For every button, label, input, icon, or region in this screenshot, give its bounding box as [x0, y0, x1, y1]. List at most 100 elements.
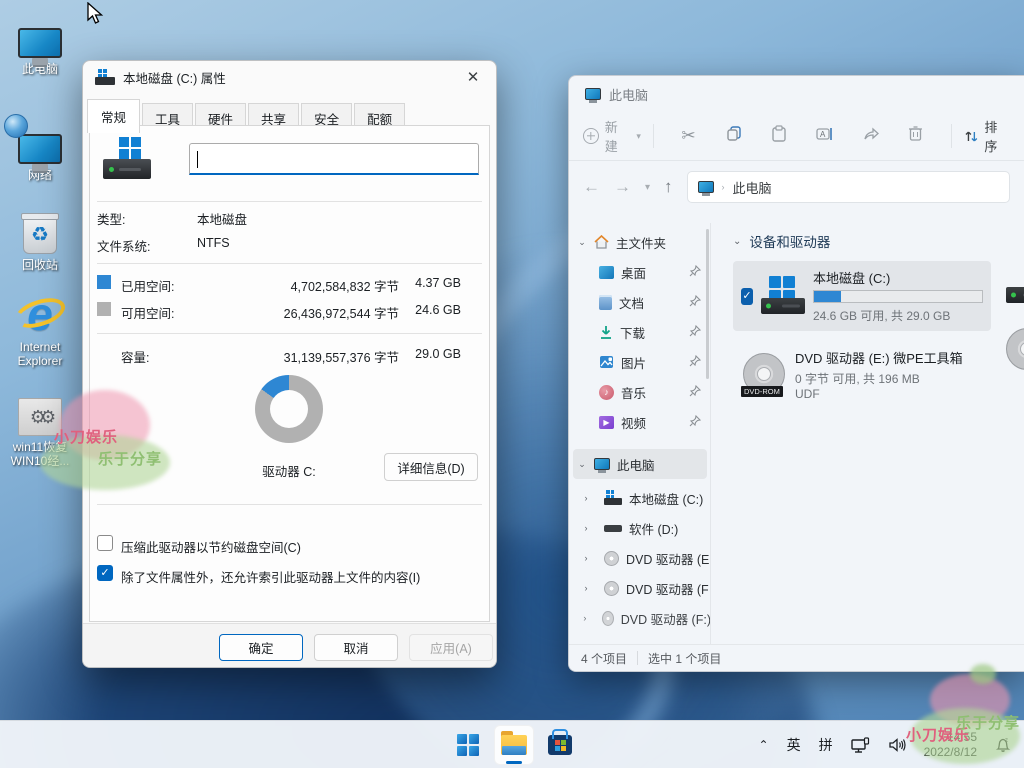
network-tray-button[interactable] — [842, 721, 879, 768]
cancel-button[interactable]: 取消 — [314, 634, 398, 661]
capacity-gb: 29.0 GB — [399, 347, 461, 361]
explorer-toolbar: 新建 ▾ ✂ A 排序 — [569, 112, 1024, 161]
delete-button[interactable] — [893, 125, 938, 147]
drive-usage-bar-fill — [814, 291, 841, 302]
start-button[interactable] — [448, 725, 488, 765]
dialog-title-bar[interactable]: 本地磁盘 (C:) 属性 — [83, 61, 496, 93]
speaker-icon — [888, 737, 907, 753]
usage-donut-chart — [255, 375, 323, 443]
new-button[interactable]: 新建 ▾ — [583, 117, 641, 155]
sidebar-item-pictures[interactable]: 图片 — [569, 347, 711, 377]
sidebar-item-home[interactable]: ⌄ 主文件夹 — [569, 227, 711, 257]
sidebar-item-local-disk-c[interactable]: › 本地磁盘 (C:) — [569, 483, 711, 513]
volume-label-input[interactable] — [189, 143, 479, 175]
this-pc-icon — [698, 181, 714, 193]
free-space-gb: 24.6 GB — [399, 303, 461, 317]
sidebar-item-desktop[interactable]: 桌面 — [569, 257, 711, 287]
sidebar-item-downloads[interactable]: 下载 — [569, 317, 711, 347]
network-icon — [18, 134, 62, 164]
free-space-label: 可用空间: — [121, 303, 174, 322]
svg-text:A: A — [820, 130, 826, 139]
sidebar-item-documents[interactable]: 文档 — [569, 287, 711, 317]
status-divider — [637, 651, 638, 665]
section-divider — [97, 201, 482, 202]
volume-tray-button[interactable] — [879, 721, 916, 768]
desktop-icon-internet-explorer[interactable]: e Internet Explorer — [2, 290, 78, 368]
taskbar-file-explorer-button[interactable] — [494, 725, 534, 765]
desktop-icon-network[interactable]: 网络 — [2, 118, 78, 182]
drive-name: 本地磁盘 (C:) — [813, 268, 983, 287]
this-pc-icon — [18, 28, 62, 58]
index-checkbox[interactable]: ✓ — [97, 565, 113, 581]
toolbar-divider — [951, 124, 952, 148]
tab-general[interactable]: 常规 — [87, 99, 140, 133]
ime-indicator[interactable]: 拼 — [810, 721, 842, 768]
share-icon — [862, 126, 879, 142]
sidebar-item-videos[interactable]: ▶ 视频 — [569, 407, 711, 437]
paste-button[interactable] — [757, 125, 802, 148]
share-button[interactable] — [848, 126, 893, 147]
show-hidden-icons-button[interactable]: ⌃ — [750, 721, 778, 768]
toolbar-divider — [653, 124, 654, 148]
close-button[interactable]: ✕ — [450, 61, 496, 93]
drive-filesystem: UDF — [795, 387, 963, 401]
sidebar-scrollbar[interactable] — [706, 229, 709, 379]
notification-bell-button[interactable]: z — [985, 721, 1024, 768]
clock[interactable]: 14:55 2022/8/12 — [916, 730, 985, 760]
music-icon: ♪ — [599, 385, 614, 400]
pin-icon — [689, 415, 701, 427]
forward-button[interactable]: → — [614, 177, 631, 197]
sort-button-label: 排序 — [984, 117, 1010, 155]
cut-button[interactable]: ✂ — [666, 126, 711, 146]
language-indicator[interactable]: 英 — [778, 721, 810, 768]
apply-button[interactable]: 应用(A) — [409, 634, 493, 661]
pin-icon — [689, 355, 701, 367]
chevron-down-icon: ⌄ — [733, 236, 741, 247]
drive-info: 24.6 GB 可用, 共 29.0 GB — [813, 307, 983, 324]
devices-and-drives-header[interactable]: ⌄ 设备和驱动器 — [733, 231, 1024, 251]
checkbox-checked-icon[interactable]: ✓ — [741, 288, 753, 305]
copy-icon — [726, 125, 743, 142]
sidebar-item-dvd-partial[interactable]: › DVD 驱动器 (F:) — [569, 603, 711, 633]
details-button[interactable]: 详细信息(D) — [384, 453, 478, 481]
sort-button[interactable]: 排序 — [964, 117, 1010, 155]
copy-button[interactable] — [711, 125, 756, 147]
drive-icon-large — [103, 137, 163, 185]
desktop-icon-win11-restore[interactable]: ⚙⚙ win11恢复WIN10经... — [2, 390, 78, 468]
dvd-icon — [602, 611, 614, 626]
drive-usage-bar — [813, 290, 983, 303]
this-pc-icon — [585, 88, 601, 100]
desktop-icon-recycle-bin[interactable]: ♻ 回收站 — [2, 208, 78, 272]
drive-item-dvd-e[interactable]: DVD-ROM DVD 驱动器 (E:) 微PE工具箱 0 字节 可用, 共 1… — [733, 341, 991, 408]
sidebar-item-this-pc[interactable]: ⌄ 此电脑 — [573, 449, 707, 479]
section-divider — [97, 263, 482, 264]
sidebar-item-disk-d[interactable]: › 软件 (D:) — [569, 513, 711, 543]
new-button-label: 新建 — [605, 117, 631, 155]
explorer-title-bar[interactable]: 此电脑 — [569, 76, 1024, 112]
drive-item-c[interactable]: ✓ 本地磁盘 (C:) 24.6 GB 可用, 共 29.0 GB — [733, 261, 991, 331]
compress-checkbox[interactable] — [97, 535, 113, 551]
pin-icon — [689, 385, 701, 397]
sidebar-item-dvd-e[interactable]: › DVD 驱动器 (E — [569, 543, 711, 573]
capacity-bytes: 31,139,557,376 字节 — [229, 347, 399, 366]
breadcrumb: 此电脑 — [733, 178, 772, 197]
up-button[interactable]: ↑ — [664, 177, 673, 197]
drive-info: 0 字节 可用, 共 196 MB — [795, 370, 963, 387]
desktop-icon-this-pc[interactable]: 此电脑 — [2, 12, 78, 76]
ok-button[interactable]: 确定 — [219, 634, 303, 661]
taskbar-store-button[interactable] — [540, 725, 580, 765]
scissors-icon: ✂ — [681, 126, 695, 145]
pin-icon — [689, 265, 701, 277]
address-bar[interactable]: › 此电脑 — [687, 171, 1010, 203]
sort-arrows-icon — [964, 129, 979, 144]
back-button[interactable]: ← — [583, 177, 600, 197]
used-space-gb: 4.37 GB — [399, 276, 461, 290]
dvd-rom-icon: DVD-ROM — [741, 353, 787, 397]
recent-locations-chevron[interactable]: ▾ — [645, 182, 650, 193]
sidebar-item-dvd-f[interactable]: › DVD 驱动器 (F — [569, 573, 711, 603]
chevron-right-icon: › — [581, 553, 591, 563]
gears-icon: ⚙⚙ — [18, 398, 62, 436]
rename-button[interactable]: A — [802, 126, 847, 147]
sidebar-item-music[interactable]: ♪ 音乐 — [569, 377, 711, 407]
local-disk-icon — [604, 491, 622, 505]
